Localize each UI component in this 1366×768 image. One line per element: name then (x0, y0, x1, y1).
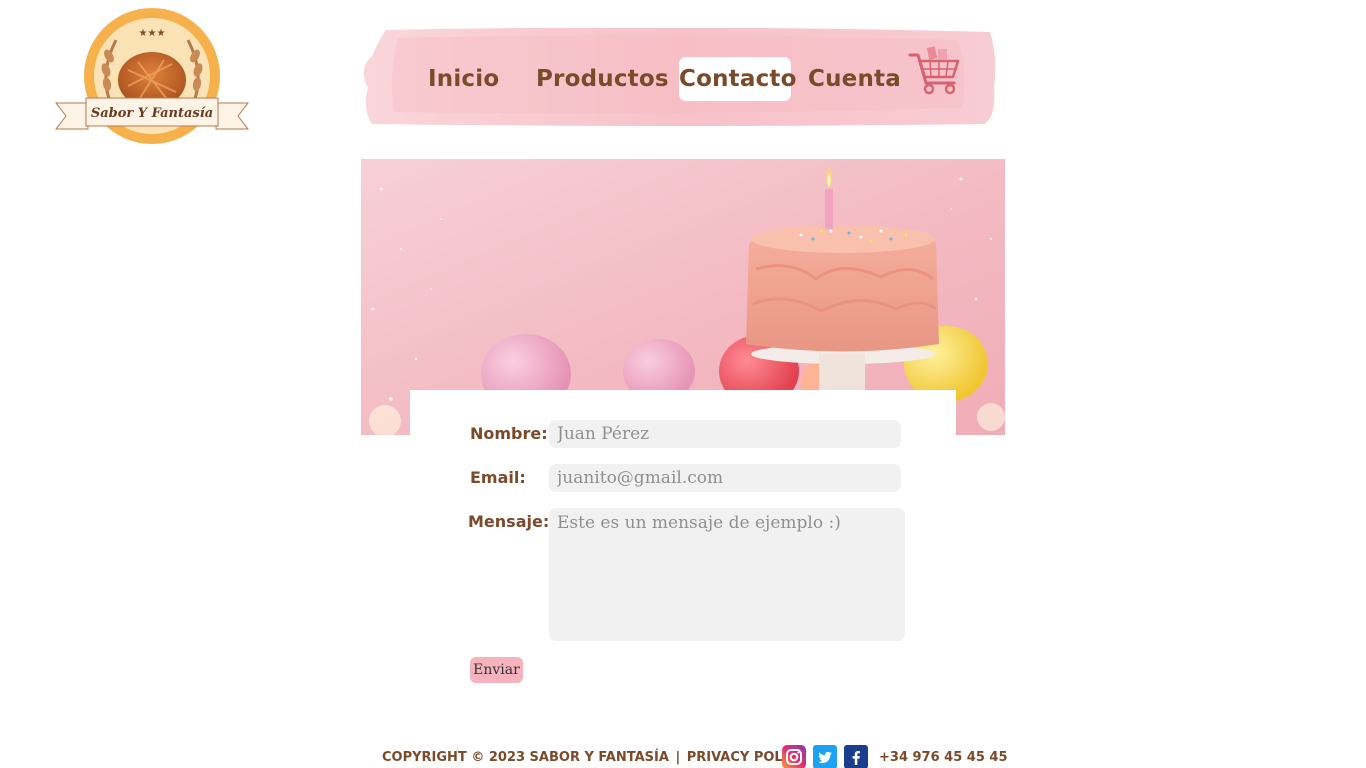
logo-stars: ★★★ (139, 28, 166, 39)
logo-text: Sabor Y Fantasía (91, 106, 213, 121)
name-label: Nombre: (470, 424, 548, 443)
footer-separator: | (675, 750, 681, 765)
main-nav: Inicio Productos Contacto Cuenta (358, 28, 998, 126)
site-footer: COPYRIGHT © 2023 SABOR Y FANTASÍA | PRIV… (382, 744, 1008, 768)
brand-logo[interactable]: ★★★ Sabor Y Fantasía (54, 6, 250, 146)
facebook-icon[interactable] (844, 745, 868, 768)
email-input[interactable] (549, 464, 901, 492)
shopping-cart-icon[interactable] (908, 43, 962, 95)
contact-form: Nombre: Email: Mensaje: Enviar (410, 390, 956, 710)
footer-phone: +34 976 45 45 45 (879, 750, 1008, 765)
twitter-icon[interactable] (813, 745, 837, 768)
message-label: Mensaje: (468, 512, 550, 531)
footer-copyright-line: COPYRIGHT © 2023 SABOR Y FANTASÍA | PRIV… (382, 750, 807, 765)
instagram-icon[interactable] (782, 745, 806, 768)
logo-graphic: ★★★ Sabor Y Fantasía (54, 8, 250, 144)
nav-item-inicio[interactable]: Inicio (428, 57, 499, 101)
message-textarea[interactable] (549, 508, 905, 641)
email-label: Email: (470, 468, 526, 487)
submit-button[interactable]: Enviar (470, 657, 523, 683)
nav-item-contacto[interactable]: Contacto (679, 57, 796, 101)
name-input[interactable] (549, 420, 901, 448)
nav-item-cuenta[interactable]: Cuenta (808, 57, 901, 101)
nav-item-productos[interactable]: Productos (536, 57, 669, 101)
copyright-text: COPYRIGHT © 2023 SABOR Y FANTASÍA (382, 750, 669, 765)
